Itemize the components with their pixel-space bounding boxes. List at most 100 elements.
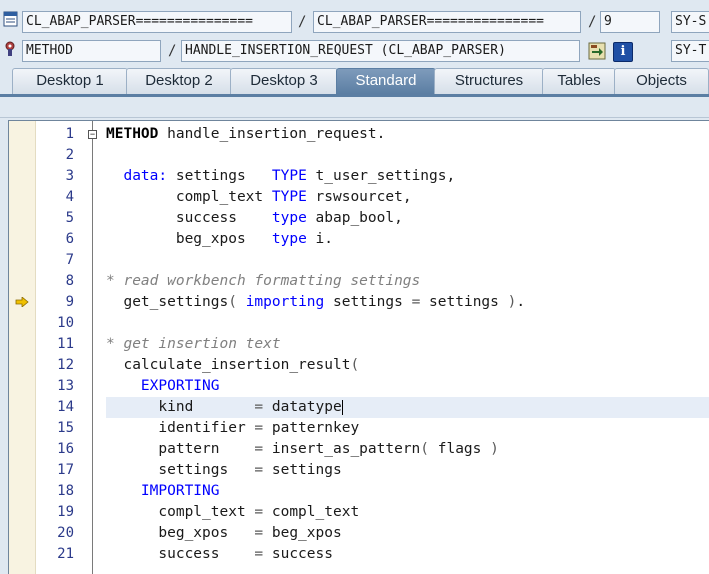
code-token: t_user_settings, [306, 168, 456, 184]
code-token: ) [490, 441, 499, 457]
code-token: compl_text [263, 504, 360, 520]
code-text[interactable]: METHOD handle_insertion_request. [106, 124, 709, 145]
line-number: 10 [57, 315, 74, 331]
code-line[interactable]: 19 compl_text = compl_text [9, 502, 709, 523]
code-token: . [516, 294, 526, 310]
code-keyword: importing [245, 294, 325, 310]
code-line[interactable]: 17 settings = settings [9, 460, 709, 481]
code-token: identifier [106, 420, 255, 436]
code-line[interactable]: 16 pattern = insert_as_pattern( flags ) [9, 439, 709, 460]
code-text[interactable]: kind = datatype [106, 397, 709, 418]
code-token: success [263, 546, 333, 562]
code-token: ( [350, 357, 360, 373]
code-token: = [254, 441, 264, 457]
info-icon[interactable]: i [613, 42, 633, 62]
code-keyword: EXPORTING [140, 378, 220, 394]
line-number: 16 [57, 441, 74, 457]
line-number: 8 [65, 273, 74, 289]
tab-standard[interactable]: Standard [336, 68, 436, 94]
code-token: = [254, 546, 264, 562]
sysvar-field-1[interactable]: SY-S [671, 11, 709, 33]
tab-strip: Desktop 1 Desktop 2 Desktop 3 Standard S… [0, 66, 709, 94]
code-line[interactable]: 13 EXPORTING [9, 376, 709, 397]
editor-toolbar [0, 97, 709, 118]
code-text[interactable]: compl_text TYPE rswsourcet, [106, 187, 709, 208]
code-text[interactable]: beg_xpos = beg_xpos [106, 523, 709, 544]
include-field[interactable]: CL_ABAP_PARSER=============== [313, 11, 581, 33]
code-line[interactable]: 1 METHOD handle_insertion_request. [9, 124, 709, 145]
code-line[interactable]: 12 calculate_insertion_result( [9, 355, 709, 376]
object-name-field[interactable]: HANDLE_INSERTION_REQUEST (CL_ABAP_PARSER… [181, 40, 580, 62]
code-text[interactable] [106, 313, 709, 334]
code-token: i. [306, 231, 333, 247]
code-text[interactable]: beg_xpos type i. [106, 229, 709, 250]
code-token: = [254, 525, 264, 541]
code-line[interactable]: 2 [9, 145, 709, 166]
navigate-icon[interactable] [588, 42, 606, 60]
code-token: handle_insertion_request. [158, 126, 386, 142]
tab-objects[interactable]: Objects [614, 68, 709, 94]
code-line[interactable]: 18 IMPORTING [9, 481, 709, 502]
code-keyword: IMPORTING [140, 483, 220, 499]
tab-desktop-1[interactable]: Desktop 1 [12, 68, 128, 94]
separator-slash: / [298, 14, 307, 30]
code-line[interactable]: 7 [9, 250, 709, 271]
code-token: insert_as_pattern [263, 441, 421, 457]
line-number: 15 [57, 420, 74, 436]
code-token: = [254, 504, 264, 520]
code-line[interactable]: 9 get_settings( importing settings = set… [9, 292, 709, 313]
line-number: 9 [65, 294, 74, 310]
code-text[interactable]: success type abap_bool, [106, 208, 709, 229]
code-line[interactable]: 15 identifier = patternkey [9, 418, 709, 439]
code-line[interactable]: 20 beg_xpos = beg_xpos [9, 523, 709, 544]
tab-desktop-2[interactable]: Desktop 2 [126, 68, 232, 94]
tab-tables[interactable]: Tables [542, 68, 616, 94]
code-keyword: type [271, 210, 307, 226]
tab-structures[interactable]: Structures [434, 68, 544, 94]
code-line[interactable]: 3 data: settings TYPE t_user_settings, [9, 166, 709, 187]
code-line[interactable]: 11 * get insertion text [9, 334, 709, 355]
text-caret [341, 399, 343, 415]
code-text[interactable]: get_settings( importing settings = setti… [106, 292, 709, 313]
code-text[interactable]: identifier = patternkey [106, 418, 709, 439]
code-text[interactable]: pattern = insert_as_pattern( flags ) [106, 439, 709, 460]
line-number-field[interactable]: 9 [600, 11, 660, 33]
code-line[interactable]: 8 * read workbench formatting settings [9, 271, 709, 292]
code-token: settings [106, 462, 255, 478]
tab-desktop-3[interactable]: Desktop 3 [230, 68, 338, 94]
code-keyword: TYPE [271, 189, 307, 205]
separator-slash: / [168, 43, 177, 59]
code-token: datatype [263, 399, 342, 415]
code-text[interactable]: EXPORTING [106, 376, 709, 397]
code-line[interactable]: 5 success type abap_bool, [9, 208, 709, 229]
code-text[interactable]: IMPORTING [106, 481, 709, 502]
sysvar-field-2[interactable]: SY-T [671, 40, 709, 62]
code-keyword: data: [123, 168, 168, 184]
code-text[interactable]: success = success [106, 544, 709, 565]
code-token: pattern [106, 441, 255, 457]
code-text[interactable]: settings = settings [106, 460, 709, 481]
code-line[interactable]: 6 beg_xpos type i. [9, 229, 709, 250]
code-line[interactable]: 14 kind = datatype [9, 397, 709, 418]
code-text[interactable]: * read workbench formatting settings [106, 271, 709, 292]
code-text[interactable]: data: settings TYPE t_user_settings, [106, 166, 709, 187]
fold-toggle-icon[interactable]: − [88, 130, 97, 139]
code-keyword: type [271, 231, 307, 247]
code-editor[interactable]: 1 METHOD handle_insertion_request. 2 3 data… [8, 120, 709, 574]
code-text[interactable] [106, 250, 709, 271]
code-text[interactable]: compl_text = compl_text [106, 502, 709, 523]
code-line[interactable]: 4 compl_text TYPE rswsourcet, [9, 187, 709, 208]
code-line[interactable]: 10 [9, 313, 709, 334]
separator-slash: / [588, 14, 597, 30]
code-token: rswsourcet, [306, 189, 412, 205]
code-text[interactable]: * get insertion text [106, 334, 709, 355]
object-type-field[interactable]: METHOD [22, 40, 161, 62]
code-text[interactable]: calculate_insertion_result( [106, 355, 709, 376]
program-field[interactable]: CL_ABAP_PARSER=============== [22, 11, 292, 33]
code-line[interactable]: 21 success = success [9, 544, 709, 565]
line-number: 2 [65, 147, 74, 163]
code-text[interactable] [106, 145, 709, 166]
